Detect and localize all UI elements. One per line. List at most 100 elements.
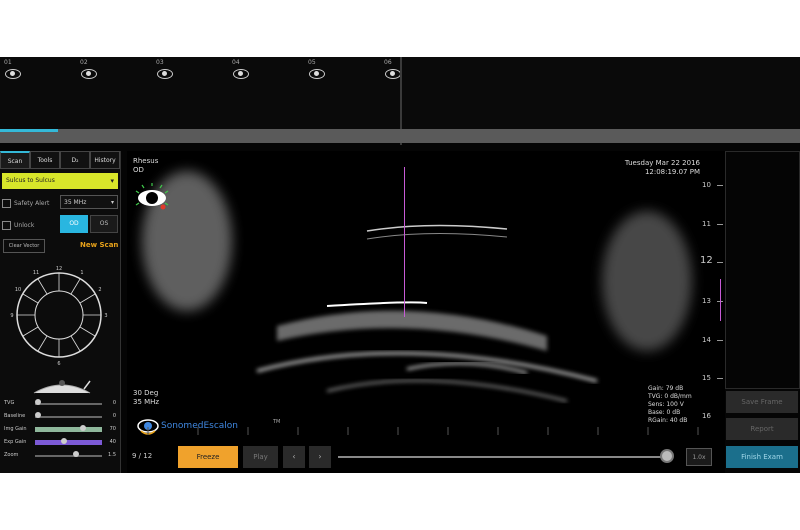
- slider-label: Zoom: [4, 452, 19, 458]
- chevron-down-icon: ▾: [110, 177, 114, 185]
- clock-10: 10: [15, 287, 21, 293]
- slider-img-gain[interactable]: Img Gain 70: [2, 423, 118, 436]
- probe-frequency: 35 MHz: [133, 398, 160, 406]
- slider-knob[interactable]: [60, 438, 67, 444]
- unlock-row[interactable]: Unlock: [2, 221, 34, 230]
- eye-icon: [309, 69, 325, 79]
- tab-scan[interactable]: Scan: [0, 151, 30, 169]
- slider-knob[interactable]: [35, 412, 41, 418]
- slider-value: 70: [109, 426, 116, 432]
- ruler-tick: [717, 224, 723, 225]
- clock-12: 12: [56, 266, 62, 272]
- control-panel: Scan Tools D₂ History Sulcus to Sulcus ▾…: [0, 151, 121, 473]
- ruler-label: 14: [702, 336, 711, 344]
- speed-select[interactable]: 1.0x: [686, 448, 712, 466]
- slider-track[interactable]: [35, 427, 102, 432]
- new-scan-button[interactable]: New Scan: [80, 241, 118, 249]
- depth-ruler-panel: [725, 151, 800, 389]
- thumbnail-2[interactable]: 02: [80, 59, 110, 85]
- ruler-marker: [720, 279, 721, 321]
- slider-tvg[interactable]: TVG 0: [2, 397, 118, 410]
- clock-3: 3: [104, 313, 107, 319]
- previous-frame-button[interactable]: ‹: [283, 446, 305, 468]
- next-frame-button[interactable]: ›: [309, 446, 331, 468]
- thumbnail-5[interactable]: 05: [308, 59, 338, 85]
- slider-label: TVG: [4, 400, 15, 406]
- probe-angle: 30 Deg: [133, 389, 159, 397]
- clock-dial[interactable]: 12 1 11 2 10 3 9 6: [6, 261, 112, 373]
- thumbnail-6[interactable]: 06: [384, 59, 414, 85]
- thumbnail-3[interactable]: 03: [156, 59, 186, 85]
- slider-track[interactable]: [35, 455, 102, 457]
- tab-tools[interactable]: Tools: [30, 151, 60, 169]
- thumbnail-label: 06: [384, 59, 392, 66]
- thumbnail-label: 01: [4, 59, 12, 66]
- clock-1: 1: [80, 270, 83, 276]
- slider-exp-gain[interactable]: Exp Gain 40: [2, 436, 118, 449]
- eye-icon: [233, 69, 249, 79]
- clock-2: 2: [98, 287, 101, 293]
- slider-knob[interactable]: [79, 425, 86, 431]
- thumbnail-label: 02: [80, 59, 88, 66]
- logo-trademark: TM: [273, 419, 281, 425]
- slider-value: 0: [112, 400, 116, 406]
- safety-alert-row[interactable]: Safety Alert: [2, 199, 49, 208]
- os-button[interactable]: OS: [90, 215, 118, 233]
- preset-dropdown[interactable]: Sulcus to Sulcus ▾: [2, 173, 118, 189]
- eye-icon: [385, 69, 401, 79]
- thumbnail-scrollbar[interactable]: [0, 129, 800, 143]
- thumbnail-1[interactable]: 01: [4, 59, 34, 85]
- slider-group: TVG 0 Baseline 0 Img Gain 70 Exp Gain 40 Zoo…: [2, 397, 118, 462]
- slider-baseline[interactable]: Baseline 0: [2, 410, 118, 423]
- tab-d2[interactable]: D₂: [60, 151, 90, 169]
- patient-name: Rhesus: [133, 157, 159, 165]
- cursor-line[interactable]: [404, 167, 405, 317]
- finish-exam-button[interactable]: Finish Exam: [726, 446, 798, 468]
- tab-history[interactable]: History: [90, 151, 120, 169]
- probe-icon: [33, 380, 91, 394]
- report-button[interactable]: Report: [726, 418, 798, 440]
- unlock-checkbox[interactable]: [2, 221, 11, 230]
- scrollbar-thumb[interactable]: [0, 129, 58, 132]
- chevron-down-icon: ▾: [110, 199, 114, 206]
- slider-track[interactable]: [35, 440, 102, 445]
- gain-value: Gain: 79 dB: [648, 385, 684, 392]
- eye-icon: [135, 183, 169, 210]
- gain-settings: Gain: 79 dB TVG: 0 dB/mm Sens: 100 V Bas…: [648, 385, 692, 425]
- slider-knob[interactable]: [35, 399, 41, 405]
- ruler-label: 10: [702, 181, 711, 189]
- frequency-select[interactable]: 35 MHz ▾: [60, 195, 118, 209]
- slider-label: Baseline: [4, 413, 26, 419]
- clear-vector-button[interactable]: Clear Vector: [3, 239, 45, 253]
- tvg-value: TVG: 0 dB/mm: [648, 393, 692, 400]
- panel-tabs: Scan Tools D₂ History: [0, 151, 120, 169]
- exam-time: 12:08:19.07 PM: [644, 168, 700, 176]
- patient-info: Rhesus OD: [133, 157, 158, 175]
- slider-track[interactable]: [35, 416, 102, 418]
- ruler-label: 16: [702, 412, 711, 420]
- unlock-label: Unlock: [14, 222, 35, 229]
- slider-track[interactable]: [35, 403, 102, 405]
- save-frame-button[interactable]: Save Frame: [726, 391, 798, 413]
- slider-zoom[interactable]: Zoom 1.5: [2, 449, 118, 462]
- timeline-track[interactable]: [338, 456, 666, 458]
- play-button[interactable]: Play: [243, 446, 278, 468]
- ruler-label: 13: [702, 297, 711, 305]
- ruler-label: 15: [702, 374, 711, 382]
- safety-alert-label: Safety Alert: [14, 200, 50, 207]
- base-value: Base: 0 dB: [648, 409, 681, 416]
- clock-11: 11: [33, 270, 39, 276]
- thumbnail-4[interactable]: 04: [232, 59, 262, 85]
- timeline-knob[interactable]: [660, 449, 674, 463]
- thumbnail-label: 04: [232, 59, 240, 66]
- clock-6: 6: [57, 361, 60, 367]
- eye-side: OD: [133, 166, 144, 174]
- frame-ticks: [147, 427, 699, 435]
- exam-date: Tuesday Mar 22 2016: [624, 159, 700, 167]
- ruler-label-current: 12: [700, 255, 713, 266]
- freeze-button[interactable]: Freeze: [178, 446, 238, 468]
- od-button[interactable]: OD: [60, 215, 88, 233]
- ruler-label: 11: [702, 220, 711, 228]
- safety-alert-checkbox[interactable]: [2, 199, 11, 208]
- thumbnail-label: 03: [156, 59, 164, 66]
